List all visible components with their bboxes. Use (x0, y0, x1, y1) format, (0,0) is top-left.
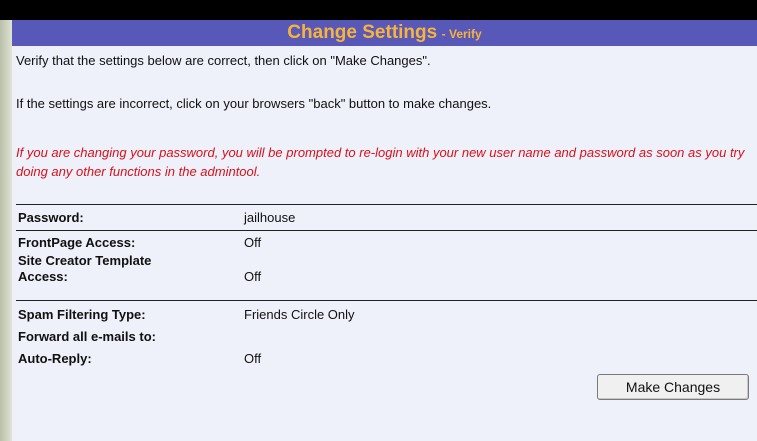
setting-value: Friends Circle Only (244, 307, 355, 322)
verify-instructions: Verify that the settings below are corre… (16, 53, 431, 68)
divider (16, 230, 757, 231)
setting-label: Spam Filtering Type: (18, 307, 146, 322)
page-subtitle: - Verify (441, 27, 482, 41)
setting-label: Site Creator Template Access: (18, 253, 152, 284)
setting-value: Off (244, 235, 262, 250)
panel-title-bar: Change Settings - Verify (12, 20, 757, 46)
divider (16, 300, 757, 301)
top-black-bar (0, 0, 757, 20)
setting-label: FrontPage Access: (18, 235, 136, 250)
make-changes-button[interactable]: Make Changes (597, 374, 749, 400)
setting-label: Forward all e-mails to: (18, 329, 156, 344)
setting-value: Off (244, 269, 262, 284)
setting-value: jailhouse (244, 210, 296, 225)
page-title: Change Settings (287, 22, 438, 43)
left-frame-strip (0, 20, 12, 441)
setting-label: Password: (18, 210, 84, 225)
divider (16, 204, 757, 205)
password-warning: If you are changing your password, you w… (16, 145, 745, 179)
settings-verify-panel: Change Settings - Verify Verify that the… (12, 20, 757, 441)
setting-label: Auto-Reply: (18, 351, 92, 366)
incorrect-instructions: If the settings are incorrect, click on … (16, 96, 492, 111)
setting-value: Off (244, 351, 262, 366)
